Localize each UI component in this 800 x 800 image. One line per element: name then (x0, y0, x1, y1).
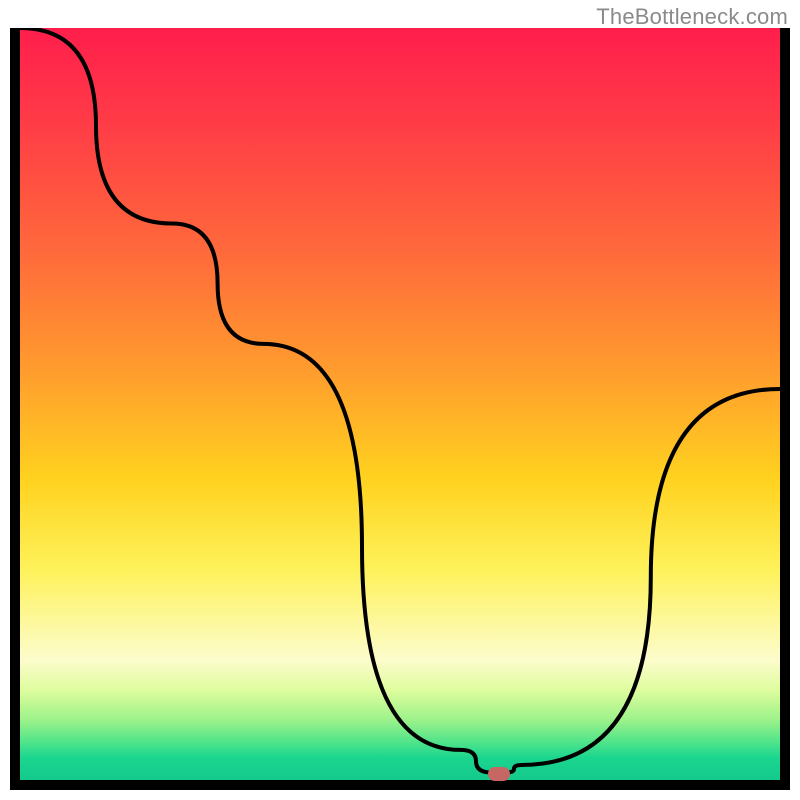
chart-container: TheBottleneck.com (0, 0, 800, 800)
plot-frame (10, 28, 790, 790)
attribution-label: TheBottleneck.com (596, 4, 788, 30)
optimal-point-marker (488, 767, 510, 781)
gradient-background (20, 28, 780, 780)
